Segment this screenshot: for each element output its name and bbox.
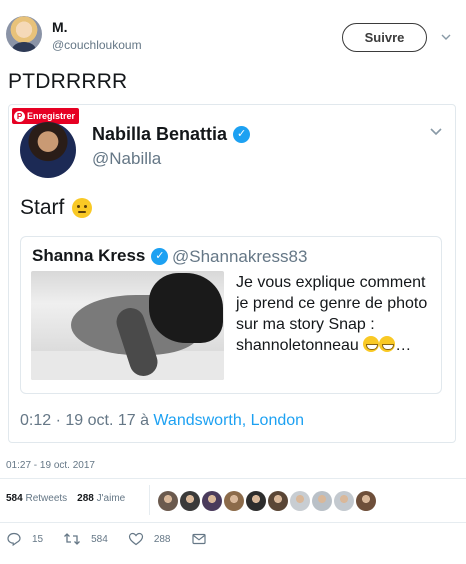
envelope-icon <box>191 533 206 545</box>
quoted-meta: 0:12 · 19 oct. 17 à Wandsworth, London <box>20 412 304 430</box>
liker-avatar[interactable] <box>224 491 244 511</box>
quoted-author-name[interactable]: Nabilla Benattia ✓ <box>92 124 251 145</box>
chevron-down-icon[interactable] <box>440 31 452 43</box>
liker-avatar[interactable] <box>312 491 332 511</box>
inner-author-handle[interactable]: @Shannakress83 <box>172 247 307 267</box>
quoted-time[interactable]: 0:12 · 19 oct. 17 à <box>20 412 153 429</box>
tweet-timestamp[interactable]: 01:27 - 19 oct. 2017 <box>6 460 95 471</box>
avatar[interactable] <box>6 16 42 52</box>
quoted-author-name-text: Nabilla Benattia <box>92 124 228 144</box>
quoted-author-handle[interactable]: @Nabilla <box>92 149 161 169</box>
liker-avatar[interactable] <box>246 491 266 511</box>
quoted-tweet-text: Starf <box>20 196 93 220</box>
inner-ellipsis: … <box>395 337 412 354</box>
likers-avatars <box>158 491 376 511</box>
inner-tweet-photo[interactable] <box>31 271 224 380</box>
liker-avatar[interactable] <box>180 491 200 511</box>
retweet-button[interactable]: 584 <box>63 531 108 547</box>
reply-icon <box>7 532 21 547</box>
tweet-text: PTDRRRRR <box>8 70 128 93</box>
like-count: 288 <box>153 533 171 545</box>
author-handle[interactable]: @couchloukoum <box>52 38 142 52</box>
follow-button[interactable]: Suivre <box>342 23 427 52</box>
inner-author-name-text: Shanna Kress <box>32 246 146 265</box>
quoted-location-link[interactable]: Wandsworth, London <box>153 412 304 429</box>
liker-avatar[interactable] <box>158 491 178 511</box>
pinterest-icon: P <box>14 110 25 122</box>
grin-emoji-icon <box>363 336 380 352</box>
direct-message-button[interactable] <box>191 531 207 547</box>
liker-avatar[interactable] <box>268 491 288 511</box>
tweet-stats: 584 Retweets 288 J'aime <box>6 493 125 504</box>
liker-avatar[interactable] <box>290 491 310 511</box>
retweet-icon <box>64 533 81 545</box>
likes-label: J'aime <box>96 493 126 504</box>
reply-count: 15 <box>32 533 44 545</box>
retweet-count: 584 <box>91 533 108 545</box>
retweets-stat[interactable]: 584 Retweets <box>6 493 67 504</box>
liker-avatar[interactable] <box>356 491 376 511</box>
quoted-avatar[interactable] <box>20 122 76 178</box>
grin-emoji-icon <box>379 336 396 352</box>
retweets-count: 584 <box>6 493 23 504</box>
likes-count: 288 <box>77 493 94 504</box>
neutral-face-emoji-icon <box>72 198 93 218</box>
chevron-down-icon[interactable] <box>429 124 443 138</box>
tweet-header: M. @couchloukoum Suivre <box>0 0 466 66</box>
liker-avatar[interactable] <box>202 491 222 511</box>
divider <box>149 485 150 515</box>
inner-author-name[interactable]: Shanna Kress ✓ <box>32 246 169 266</box>
retweets-label: Retweets <box>25 493 68 504</box>
verified-icon: ✓ <box>151 247 169 265</box>
like-button[interactable]: 288 <box>128 531 171 547</box>
author-name[interactable]: M. <box>52 19 68 35</box>
tweet-actions: 15 584 288 <box>6 531 227 547</box>
divider <box>0 478 466 479</box>
liker-avatar[interactable] <box>334 491 354 511</box>
divider <box>0 522 466 523</box>
heart-icon <box>128 532 143 546</box>
likes-stat[interactable]: 288 J'aime <box>77 493 125 504</box>
verified-icon: ✓ <box>233 126 251 143</box>
inner-tweet-text: Je vous explique comment je prend ce gen… <box>236 272 436 356</box>
reply-button[interactable]: 15 <box>6 531 43 547</box>
quoted-text: Starf <box>20 196 65 219</box>
